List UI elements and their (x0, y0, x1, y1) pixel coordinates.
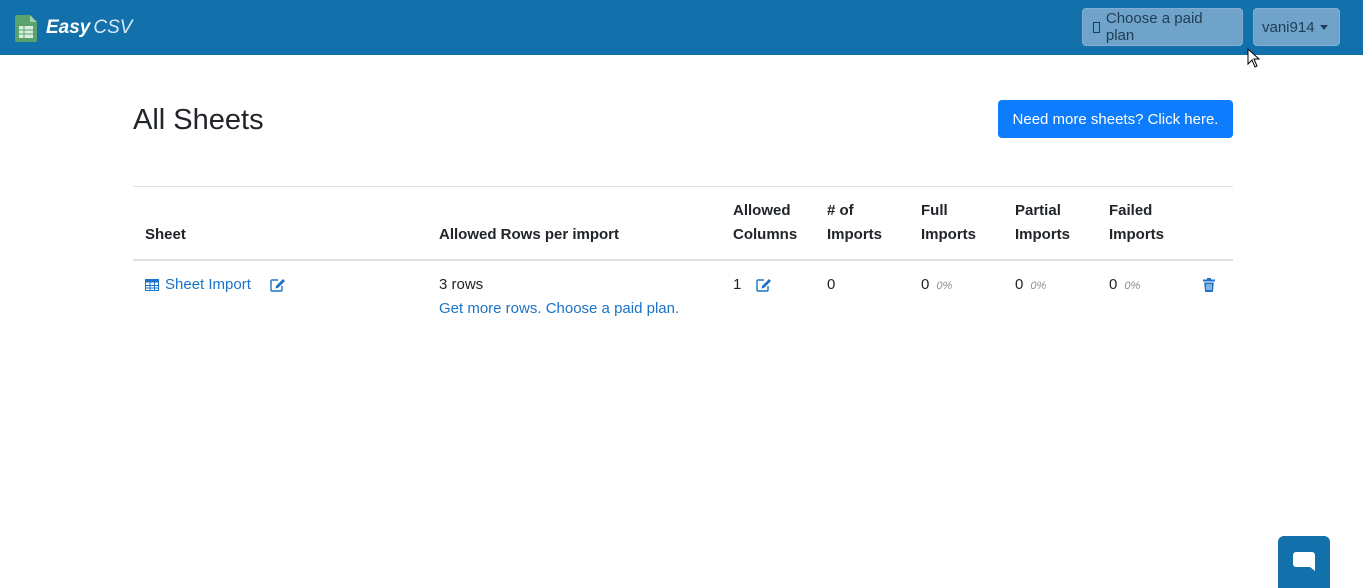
header-line-1: Failed (1109, 202, 1153, 219)
column-header-partial-imports: Partial Imports (1015, 199, 1070, 247)
table-top-border (133, 186, 1233, 187)
partial-imports-cell: 0 0% (1015, 273, 1046, 298)
user-menu-dropdown[interactable]: vani914 (1253, 8, 1340, 46)
column-header-failed-imports: Failed Imports (1109, 199, 1164, 247)
edit-icon[interactable] (270, 278, 286, 292)
edit-icon[interactable] (756, 278, 772, 292)
failed-imports-percent: 0% (1124, 280, 1141, 292)
full-imports-percent: 0% (936, 280, 953, 292)
brand-name-light: CSV (93, 17, 133, 38)
choose-paid-plan-button[interactable]: Choose a paid plan (1082, 8, 1243, 46)
missing-glyph-icon (1093, 21, 1100, 33)
column-header-full-imports: Full Imports (921, 199, 976, 247)
choose-paid-plan-label: Choose a paid plan (1105, 10, 1203, 44)
need-more-sheets-button[interactable]: Need more sheets? Click here. (998, 100, 1233, 138)
top-navbar: Easy CSV Choose a paid plan vani914 (0, 0, 1363, 55)
column-header-allowed-rows: Allowed Rows per import (439, 226, 620, 243)
get-more-rows-link[interactable]: Get more rows. Choose a paid plan. (439, 297, 679, 321)
allowed-columns-value: 1 (733, 276, 742, 293)
full-imports-cell: 0 0% (921, 273, 952, 298)
header-line-1: Full (921, 202, 948, 219)
mouse-cursor-icon (1247, 48, 1261, 68)
chat-icon (1293, 552, 1315, 571)
username-label: vani914 (1262, 18, 1315, 36)
spreadsheet-icon (15, 14, 37, 42)
failed-imports-cell: 0 0% (1109, 273, 1140, 298)
column-header-sheet: Sheet (145, 226, 186, 243)
header-line-2: Imports (1109, 226, 1165, 243)
trash-icon[interactable] (1203, 278, 1215, 292)
header-line-2: Imports (827, 226, 883, 243)
column-header-num-imports: # of Imports (827, 199, 882, 247)
page-title: All Sheets (133, 104, 264, 136)
partial-imports-percent: 0% (1030, 280, 1047, 292)
chat-widget-button[interactable] (1278, 536, 1330, 588)
header-line-2: Columns (733, 226, 798, 243)
table-icon (145, 279, 159, 291)
sheet-name-link[interactable]: Sheet Import (165, 273, 251, 297)
failed-imports-value: 0 (1109, 276, 1118, 293)
header-line-2: Imports (1015, 226, 1071, 243)
brand-name-bold: Easy (46, 17, 91, 38)
full-imports-value: 0 (921, 276, 930, 293)
column-header-allowed-columns: Allowed Columns (733, 199, 797, 247)
table-header-border (133, 259, 1233, 261)
brand-logo[interactable]: Easy CSV (15, 13, 132, 43)
allowed-rows-value: 3 rows (439, 276, 484, 293)
num-imports-value: 0 (827, 276, 836, 293)
chevron-down-icon (1319, 25, 1328, 30)
header-line-2: Imports (921, 226, 977, 243)
header-line-1: Partial (1015, 202, 1061, 219)
header-line-1: # of (827, 202, 854, 219)
header-line-1: Allowed (733, 202, 791, 219)
partial-imports-value: 0 (1015, 276, 1024, 293)
